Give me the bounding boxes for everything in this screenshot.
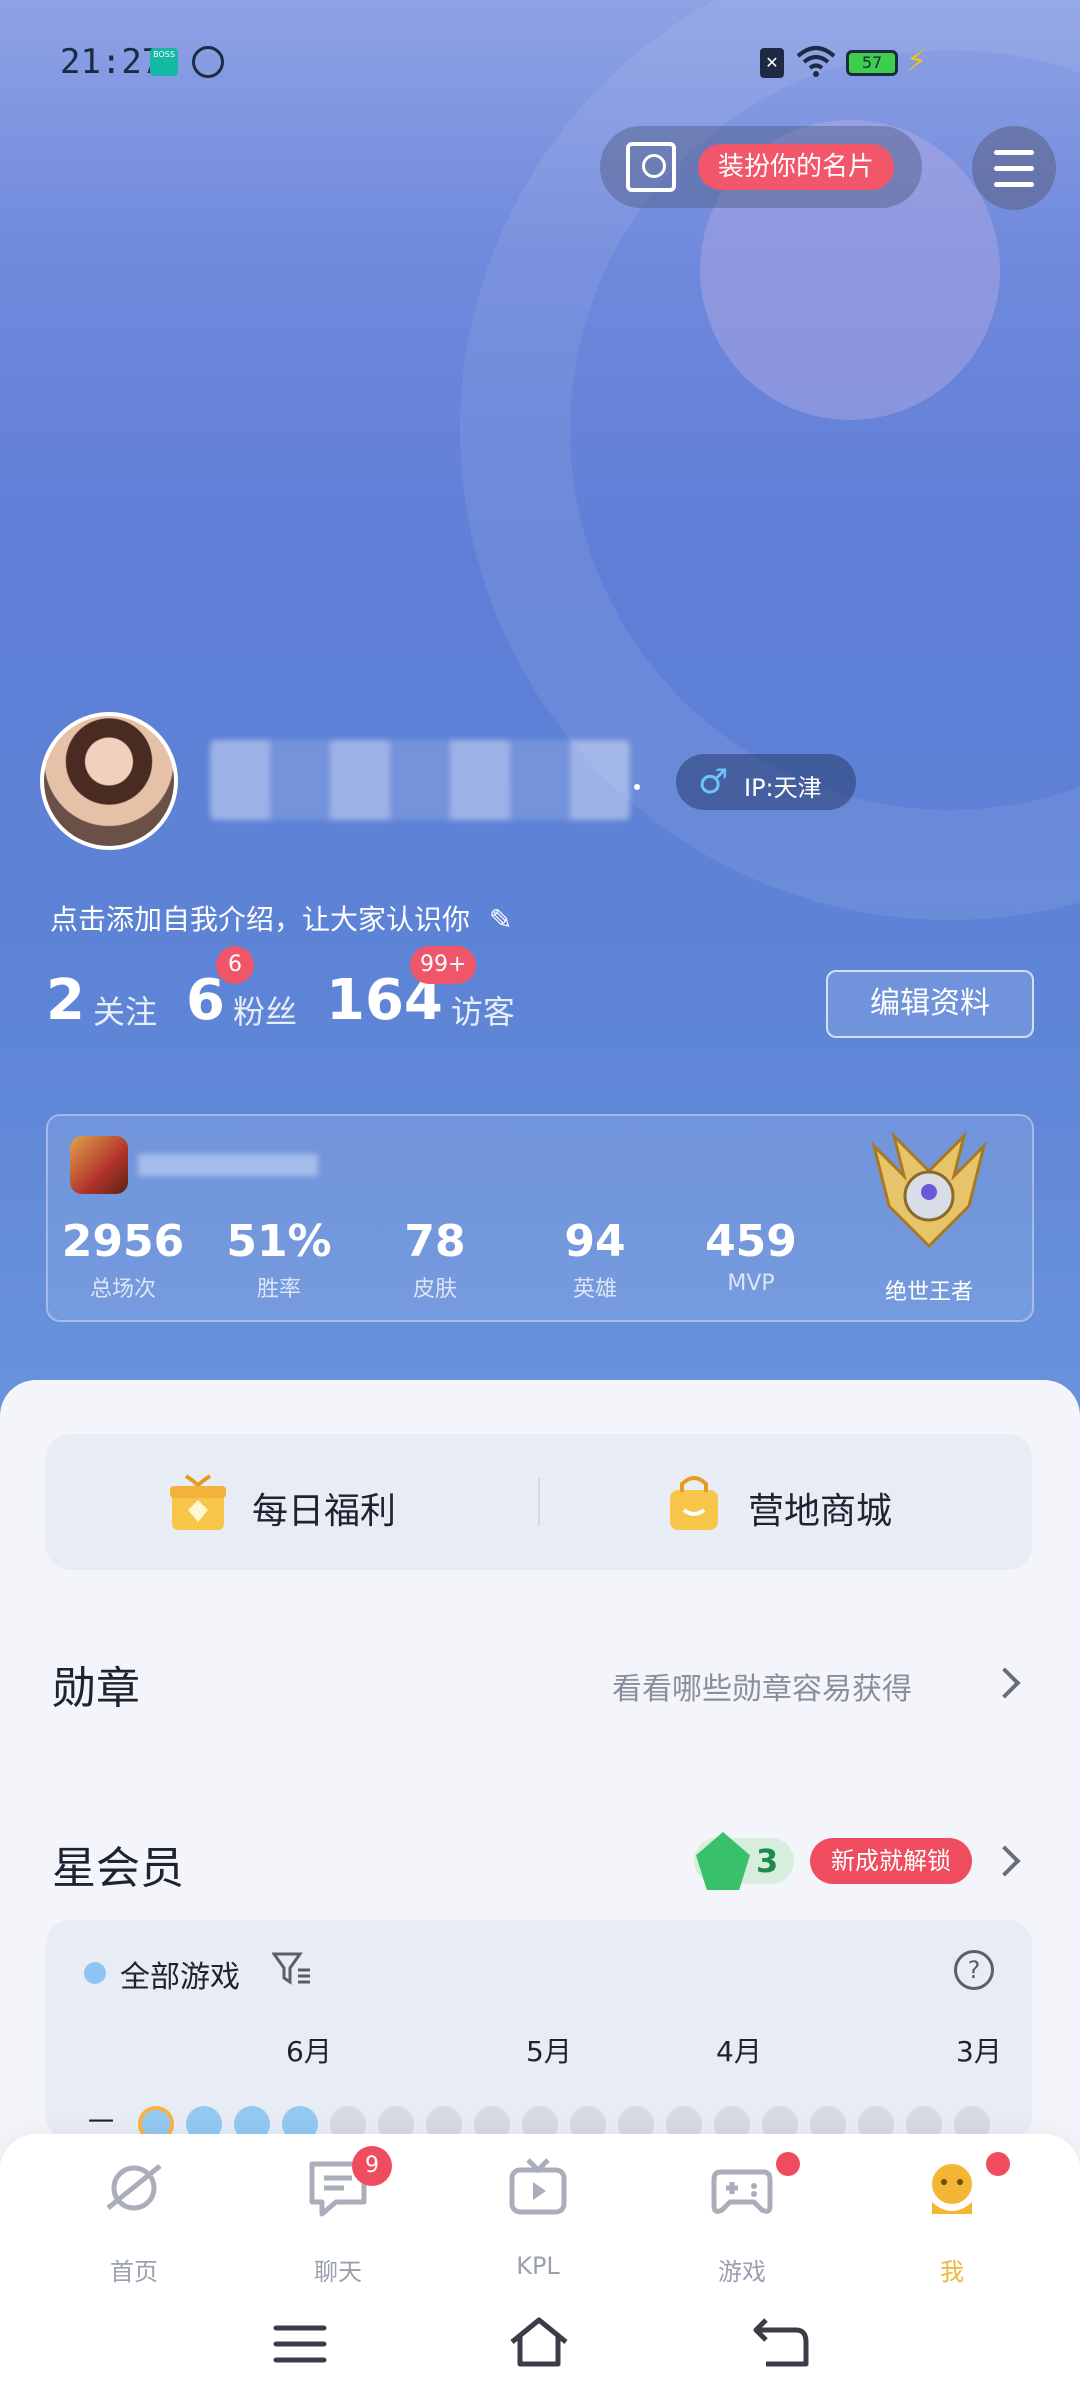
pencil-icon: ✎ (488, 903, 513, 936)
battery-icon: 57 (846, 50, 898, 76)
decorate-card-label: 装扮你的名片 (698, 144, 895, 190)
boss-app-icon: BOSS (150, 48, 178, 76)
star-member-title: 星会员 (52, 1843, 184, 1894)
ip-location-badge: ♂ IP:天津 (676, 754, 856, 810)
quick-actions: 每日福利 营地商城 (46, 1434, 1032, 1570)
home-icon[interactable] (508, 2314, 570, 2370)
shopping-bag-icon (670, 1476, 718, 1530)
activity-calendar: 全部游戏 ? 6月 5月 4月 3月 一 (46, 1920, 1032, 2140)
tab-chat[interactable]: 9 聊天 (256, 2146, 406, 2286)
home-planet-icon (106, 2164, 162, 2211)
game-filter-label[interactable]: 全部游戏 (120, 1952, 240, 1996)
username-blurred (210, 740, 630, 820)
me-icon (932, 2164, 972, 2214)
badges-hint-link[interactable]: 看看哪些勋章容易获得 (612, 1664, 912, 1708)
visitors-badge: 99+ (410, 946, 477, 984)
charging-icon: ⚡ (906, 44, 928, 79)
month-label: 4月 (716, 2035, 762, 2068)
gamepad-icon (711, 2169, 773, 2214)
system-nav-bar (0, 2286, 1080, 2408)
month-label: 5月 (526, 2035, 572, 2068)
tv-play-icon (509, 2158, 567, 2215)
game-stats-card[interactable]: 2956 总场次 51% 胜率 78 皮肤 94 英雄 459 MVP 绝世王者 (46, 1114, 1034, 1322)
games-notification-dot (776, 2152, 800, 2176)
male-icon: ♂ (698, 762, 729, 802)
new-achievement-pill[interactable]: 新成就解锁 (810, 1838, 972, 1884)
menu-icon (994, 150, 1034, 155)
filter-icon[interactable] (272, 1950, 312, 1988)
help-icon[interactable]: ? (954, 1950, 994, 1990)
bio-edit-link[interactable]: 点击添加自我介绍，让大家认识你 ✎ (50, 898, 512, 938)
chat-unread-badge: 9 (352, 2146, 392, 2186)
me-notification-dot (986, 2152, 1010, 2176)
avatar[interactable] (40, 712, 178, 850)
ip-location-text: IP:天津 (744, 774, 822, 802)
fans-badge: 6 (216, 946, 254, 984)
game-role-name-blurred (138, 1154, 318, 1176)
star-level-badge: 3 (694, 1832, 794, 1890)
status-time: 21:27 (60, 42, 163, 82)
card-icon (626, 142, 676, 192)
tab-me[interactable]: 我 (870, 2152, 1020, 2286)
gift-icon (170, 1474, 226, 1530)
daily-welfare-button[interactable]: 每日福利 (166, 1470, 426, 1534)
month-label: 6月 (286, 2035, 332, 2068)
recent-apps-icon[interactable] (272, 2320, 328, 2368)
menu-button[interactable] (972, 126, 1056, 210)
tab-home[interactable]: 首页 (52, 2156, 202, 2286)
game-color-dot (84, 1962, 106, 1984)
stat-heroes: 94 英雄 (564, 1216, 626, 1302)
following-count[interactable]: 2 关注 (46, 968, 157, 1033)
stat-win-rate: 51% 胜率 (226, 1216, 332, 1302)
decorate-card-button[interactable]: 装扮你的名片 (600, 126, 922, 208)
month-label: 3月 (956, 2035, 1002, 2068)
rank-label: 绝世王者 (884, 1280, 973, 1305)
rank-emblem-icon (871, 1131, 987, 1249)
bottom-tab-bar: 首页 9 聊天 KPL 游戏 我 (0, 2134, 1080, 2286)
bio-text: 点击添加自我介绍，让大家认识你 (50, 903, 471, 936)
tab-games[interactable]: 游戏 (660, 2152, 810, 2286)
status-bar: 21:27 BOSS ✕ 57 ⚡ (0, 0, 1080, 120)
stat-total-games: 2956 总场次 (61, 1216, 185, 1302)
tab-kpl[interactable]: KPL (456, 2156, 606, 2280)
wifi-icon (796, 46, 836, 77)
edit-profile-button[interactable]: 编辑资料 (826, 970, 1034, 1038)
game-icon (70, 1136, 128, 1194)
badges-title: 勋章 (52, 1663, 140, 1714)
stat-skins: 78 皮肤 (404, 1216, 466, 1302)
back-icon[interactable] (752, 2316, 810, 2370)
camp-store-button[interactable]: 营地商城 (662, 1470, 922, 1534)
stat-mvp: 459 MVP (705, 1216, 797, 1296)
x-app-icon: ✕ (760, 48, 784, 78)
notification-circle-icon (192, 46, 224, 78)
